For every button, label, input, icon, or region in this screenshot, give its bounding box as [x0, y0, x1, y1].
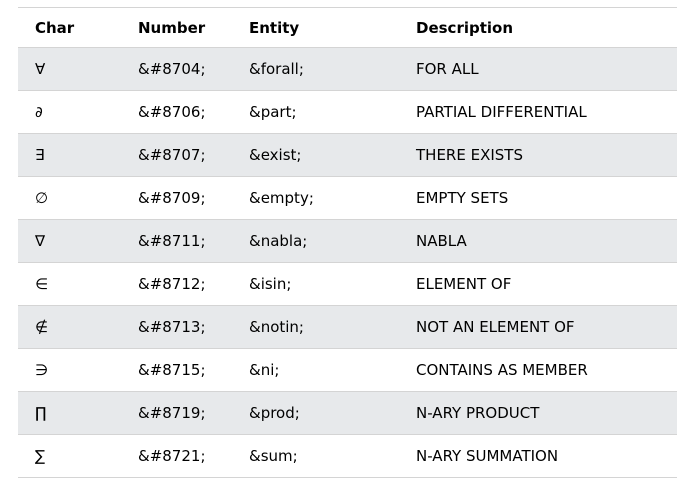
char-cell: ∋	[35, 361, 49, 379]
table-row: ∈ &#8712; &isin; ELEMENT OF	[18, 262, 677, 306]
entity-cell: &forall;	[249, 60, 304, 78]
number-cell: &#8715;	[138, 361, 206, 379]
char-cell: ∃	[35, 146, 45, 164]
description-cell: PARTIAL DIFFERENTIAL	[416, 103, 587, 121]
entity-cell: &exist;	[249, 146, 302, 164]
number-cell: &#8704;	[138, 60, 206, 78]
table-row: ∉ &#8713; &notin; NOT AN ELEMENT OF	[18, 305, 677, 349]
number-cell: &#8706;	[138, 103, 206, 121]
description-cell: CONTAINS AS MEMBER	[416, 361, 588, 379]
description-cell: ELEMENT OF	[416, 275, 512, 293]
table-row: ∀ &#8704; &forall; FOR ALL	[18, 47, 677, 91]
char-cell: ∂	[35, 103, 43, 121]
header-number: Number	[138, 18, 206, 37]
number-cell: &#8713;	[138, 318, 206, 336]
char-cell: ∀	[35, 60, 46, 78]
char-cell: ∉	[35, 318, 49, 336]
description-cell: N-ARY PRODUCT	[416, 404, 540, 422]
table-row: ∑ &#8721; &sum; N-ARY SUMMATION	[18, 434, 677, 478]
table-row: ∃ &#8707; &exist; THERE EXISTS	[18, 133, 677, 177]
header-char: Char	[35, 18, 75, 37]
table-row: ∋ &#8715; &ni; CONTAINS AS MEMBER	[18, 348, 677, 392]
entity-cell: &prod;	[249, 404, 300, 422]
number-cell: &#8721;	[138, 447, 206, 465]
entity-cell: &isin;	[249, 275, 292, 293]
table-row: ∏ &#8719; &prod; N-ARY PRODUCT	[18, 391, 677, 435]
number-cell: &#8707;	[138, 146, 206, 164]
entity-table: Char Number Entity Description ∀ &#8704;…	[18, 7, 677, 478]
entity-table-container: Char Number Entity Description ∀ &#8704;…	[18, 7, 677, 478]
description-cell: EMPTY SETS	[416, 189, 509, 207]
header-entity: Entity	[249, 18, 300, 37]
number-cell: &#8719;	[138, 404, 206, 422]
char-cell: ∑	[35, 447, 46, 465]
table-row: ∅ &#8709; &empty; EMPTY SETS	[18, 176, 677, 220]
entity-cell: &part;	[249, 103, 297, 121]
description-cell: NABLA	[416, 232, 467, 250]
description-cell: FOR ALL	[416, 60, 479, 78]
char-cell: ∈	[35, 275, 49, 293]
number-cell: &#8711;	[138, 232, 206, 250]
number-cell: &#8709;	[138, 189, 206, 207]
header-description: Description	[416, 18, 514, 37]
description-cell: NOT AN ELEMENT OF	[416, 318, 575, 336]
table-row: ∇ &#8711; &nabla; NABLA	[18, 219, 677, 263]
table-header-row: Char Number Entity Description	[18, 7, 677, 48]
description-cell: THERE EXISTS	[416, 146, 523, 164]
number-cell: &#8712;	[138, 275, 206, 293]
entity-cell: &sum;	[249, 447, 298, 465]
entity-cell: &empty;	[249, 189, 314, 207]
description-cell: N-ARY SUMMATION	[416, 447, 559, 465]
table-row: ∂ &#8706; &part; PARTIAL DIFFERENTIAL	[18, 90, 677, 134]
char-cell: ∅	[35, 189, 49, 207]
char-cell: ∇	[35, 232, 46, 250]
entity-cell: &ni;	[249, 361, 280, 379]
char-cell: ∏	[35, 404, 47, 422]
entity-cell: &notin;	[249, 318, 304, 336]
entity-cell: &nabla;	[249, 232, 308, 250]
